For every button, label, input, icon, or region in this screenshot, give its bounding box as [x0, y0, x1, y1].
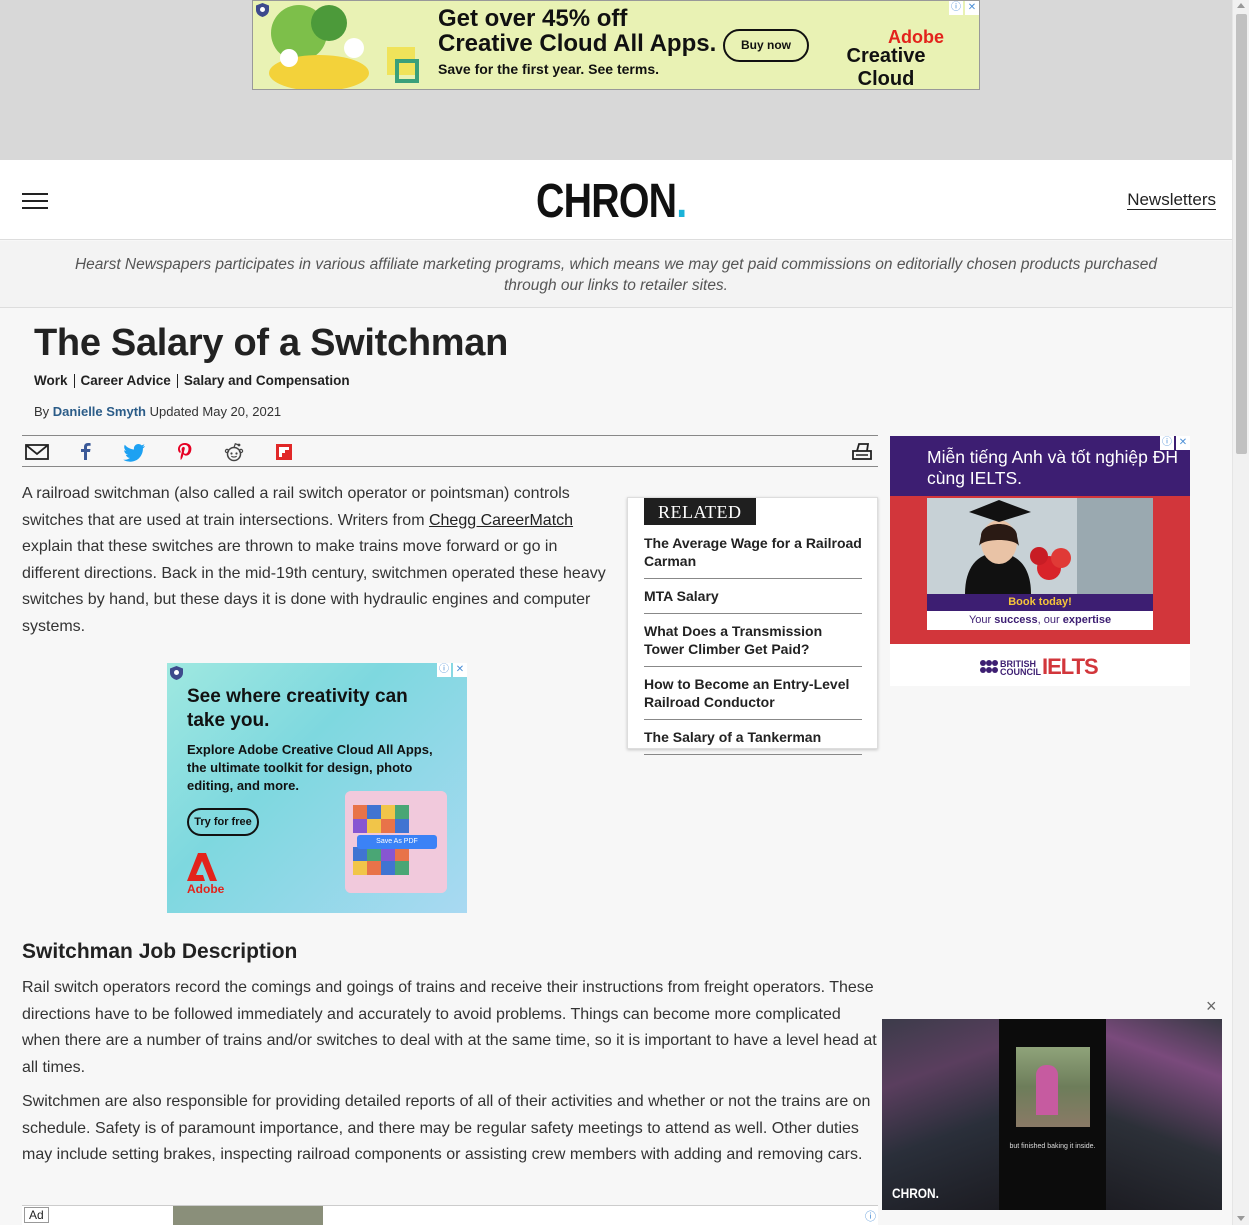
scrollbar-thumb[interactable] — [1236, 14, 1247, 454]
byline: By Danielle Smyth Updated May 20, 2021 — [34, 404, 282, 419]
newsletters-link[interactable]: Newsletters — [1127, 190, 1216, 210]
inline-adobe-ad[interactable]: ⓘ ✕ See where creativity can take you. E… — [167, 663, 467, 913]
category-breadcrumb: Work Career Advice Salary and Compensati… — [34, 374, 356, 388]
ad-controls: ⓘ ✕ — [949, 1, 979, 15]
ad-close-icon[interactable]: ✕ — [1176, 436, 1190, 450]
ad-tagline: Your success, our expertise — [927, 611, 1153, 630]
site-logo[interactable]: CHRON. — [536, 174, 687, 229]
related-link[interactable]: The Salary of a Tankerman — [644, 728, 862, 755]
author-link[interactable]: Danielle Smyth — [53, 404, 146, 419]
site-header: CHRON. Newsletters — [0, 160, 1232, 240]
ad-close-icon[interactable]: ✕ — [453, 663, 467, 677]
video-close-icon[interactable]: × — [1206, 997, 1217, 1015]
try-for-free-button[interactable]: Try for free — [187, 808, 259, 836]
ad-subtext: Save for the first year. See terms. — [438, 61, 659, 77]
ad-artwork — [269, 5, 419, 89]
british-council-text: BRITISH COUNCIL — [1000, 659, 1041, 677]
ad-brand: Adobe — [187, 882, 225, 896]
scroll-down-icon[interactable] — [1237, 1216, 1245, 1221]
ielts-logo: IELTS — [1042, 654, 1099, 679]
video-thumbnail — [1016, 1047, 1090, 1127]
related-label: RELATED — [644, 498, 756, 525]
related-list: The Average Wage for a Railroad Carman M… — [644, 534, 862, 763]
ad-headline: See where creativity can take you. — [187, 686, 408, 731]
ad-headline: Miễn tiếng Anh và tốt nghiệp ĐH cùng IEL… — [890, 436, 1190, 496]
affiliate-notice: Hearst Newspapers participates in variou… — [0, 241, 1232, 308]
scroll-up-icon[interactable] — [1237, 3, 1245, 8]
email-icon[interactable] — [24, 442, 50, 462]
video-logo: CHRON. — [892, 1185, 939, 1201]
twitter-icon[interactable] — [122, 442, 148, 462]
ad-info-icon[interactable]: ⓘ — [437, 663, 451, 677]
page-scrollbar[interactable] — [1232, 0, 1249, 1225]
pinterest-icon[interactable] — [172, 442, 198, 462]
video-blur-left — [882, 1019, 999, 1210]
ad-controls: ⓘ ✕ — [437, 663, 467, 677]
ad-headline: Get over 45% off Creative Cloud All Apps… — [438, 5, 717, 57]
ad-brand-creative-cloud: Creative Cloud — [846, 45, 926, 90]
related-box: RELATED The Average Wage for a Railroad … — [627, 497, 878, 755]
section-heading: Switchman Job Description — [22, 940, 298, 963]
category-link[interactable]: Career Advice — [73, 374, 177, 388]
bottom-ad[interactable]: Ad ⓘ — [22, 1205, 878, 1225]
menu-icon[interactable] — [22, 193, 48, 209]
reddit-icon[interactable] — [221, 442, 247, 462]
video-player[interactable]: but finished baking it inside. CHRON. — [882, 1019, 1222, 1210]
graduate-image — [927, 498, 1153, 594]
ad-shield-icon — [170, 666, 183, 680]
category-link[interactable]: Work — [34, 374, 74, 388]
video-blur-right — [1106, 1019, 1222, 1210]
related-link[interactable]: The Average Wage for a Railroad Carman — [644, 534, 862, 579]
british-council-logo-icon — [980, 660, 998, 673]
top-banner-ad[interactable]: Get over 45% off Creative Cloud All Apps… — [252, 0, 980, 90]
video-caption: but finished baking it inside. — [1009, 1143, 1096, 1150]
ad-image — [173, 1206, 323, 1225]
ad-footer: BRITISH COUNCIL IELTS — [890, 644, 1190, 686]
ad-label: Ad — [24, 1207, 49, 1223]
ad-close-icon[interactable]: ✕ — [965, 1, 979, 15]
ad-controls: ⓘ ✕ — [1160, 436, 1190, 450]
category-link[interactable]: Salary and Compensation — [176, 374, 356, 388]
ad-description: Explore Adobe Creative Cloud All Apps, t… — [187, 742, 433, 793]
article-paragraph: Switchmen are also responsible for provi… — [22, 1093, 871, 1163]
book-today-button[interactable]: Book today! — [927, 594, 1153, 611]
buy-now-button[interactable]: Buy now — [723, 29, 809, 62]
related-link[interactable]: How to Become an Entry-Level Railroad Co… — [644, 675, 862, 720]
related-link[interactable]: MTA Salary — [644, 587, 862, 614]
flipboard-icon[interactable] — [271, 442, 297, 462]
print-icon[interactable] — [849, 442, 875, 462]
ad-photo — [927, 498, 1153, 594]
ad-info-icon[interactable]: ⓘ — [865, 1208, 876, 1224]
share-bar — [22, 435, 878, 467]
updated-date: Updated May 20, 2021 — [149, 404, 282, 419]
chegg-careermatch-link[interactable]: Chegg CareerMatch — [429, 512, 573, 529]
related-link[interactable]: What Does a Transmission Tower Climber G… — [644, 622, 862, 667]
ielts-side-ad[interactable]: Miễn tiếng Anh và tốt nghiệp ĐH cùng IEL… — [890, 436, 1190, 686]
adobe-logo-icon — [187, 853, 217, 881]
article-title: The Salary of a Switchman — [34, 322, 508, 364]
top-ad-zone: Get over 45% off Creative Cloud All Apps… — [0, 0, 1232, 160]
video-person — [1036, 1065, 1058, 1115]
ad-info-icon[interactable]: ⓘ — [1160, 436, 1174, 450]
save-as-pdf-button: Save As PDF — [357, 835, 437, 849]
facebook-icon[interactable] — [73, 442, 99, 462]
article-paragraph: Rail switch operators record the comings… — [22, 979, 877, 1076]
video-frame: but finished baking it inside. — [999, 1019, 1106, 1210]
ad-info-icon[interactable]: ⓘ — [949, 1, 963, 15]
article-paragraph: A railroad switchman (also called a rail… — [22, 485, 606, 635]
